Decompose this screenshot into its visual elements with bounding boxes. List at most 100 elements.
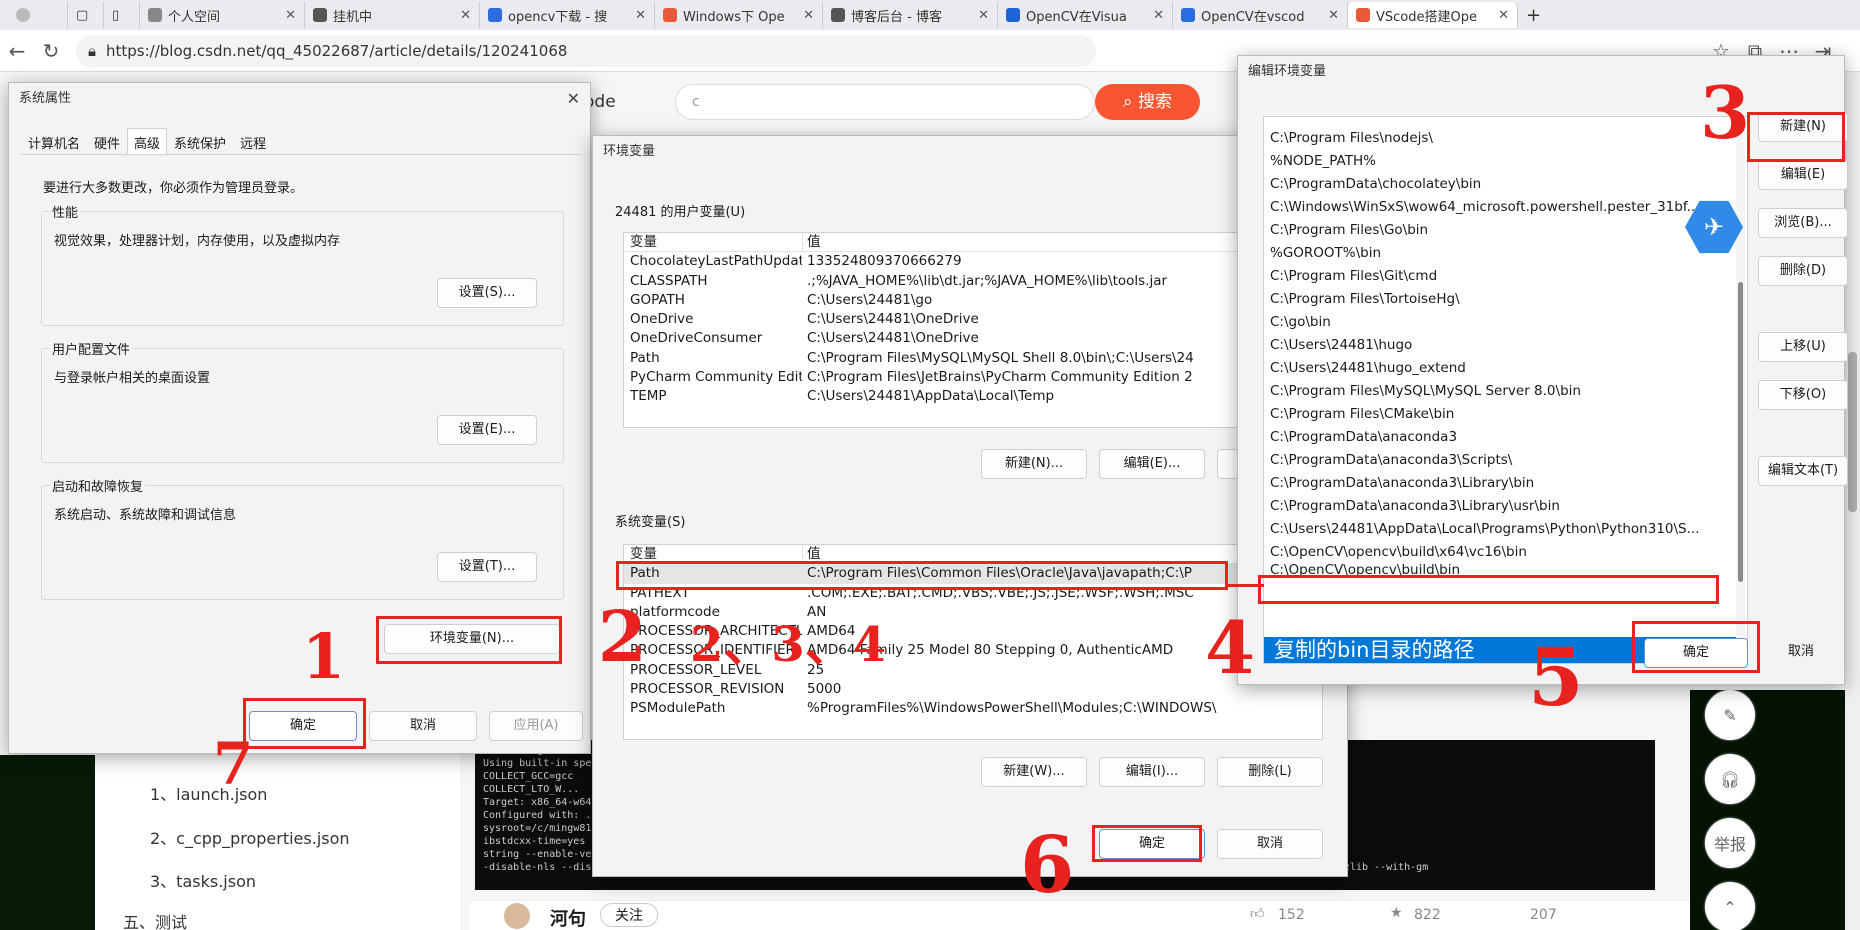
- list-item[interactable]: C:\ProgramData\anaconda3\Library\usr\bin: [1264, 495, 1747, 518]
- tab-2[interactable]: opencv下载 - 搜 ✕: [480, 2, 655, 28]
- tab-advanced[interactable]: 高级: [127, 128, 168, 157]
- table-row[interactable]: TEMP C:\Users\24481\AppData\Local\Temp: [624, 387, 1322, 406]
- edit-icon[interactable]: ✎: [1705, 690, 1755, 740]
- avatar[interactable]: [504, 903, 530, 929]
- column-header[interactable]: 变量: [624, 233, 802, 251]
- toc-item[interactable]: 2、c_cpp_properties.json: [150, 825, 350, 849]
- tab-close-icon[interactable]: ✕: [1492, 8, 1509, 23]
- list-item[interactable]: C:\Program Files\CMake\bin: [1264, 403, 1747, 426]
- list-item[interactable]: C:\ProgramData\anaconda3\Library\bin: [1264, 472, 1747, 495]
- tab-0[interactable]: 个人空间 ✕: [140, 2, 305, 28]
- close-icon[interactable]: ✕: [567, 89, 580, 108]
- list-item[interactable]: C:\OpenCV\opencv\build\x64\vc16\bin: [1264, 541, 1747, 564]
- scrollbar-thumb[interactable]: [1738, 282, 1743, 582]
- dialog-title: 编辑环境变量: [1248, 64, 1327, 79]
- tab-profile-icon[interactable]: [8, 2, 68, 28]
- cancel-button[interactable]: 取消: [1758, 638, 1844, 668]
- scrollbar-thumb[interactable]: [1848, 352, 1857, 512]
- table-row[interactable]: OneDriveConsumer C:\Users\24481\OneDrive: [624, 329, 1322, 348]
- tab-remote[interactable]: 远程: [233, 128, 273, 157]
- annotation-box-env-button: [376, 616, 562, 664]
- edit-button[interactable]: 编辑(E): [1758, 160, 1848, 190]
- delete-button[interactable]: 删除(D): [1758, 256, 1848, 286]
- back-to-top-icon[interactable]: ⌃: [1705, 882, 1755, 930]
- system-new-button[interactable]: 新建(W)...: [981, 757, 1087, 787]
- tab-hardware[interactable]: 硬件: [87, 128, 127, 157]
- list-item[interactable]: C:\ProgramData\anaconda3\Scripts\: [1264, 449, 1747, 472]
- performance-settings-button[interactable]: 设置(S)...: [437, 278, 537, 308]
- tab-6[interactable]: OpenCV在vscod ✕: [1173, 2, 1348, 28]
- list-item[interactable]: C:\Program Files\MySQL\MySQL Server 8.0\…: [1264, 380, 1747, 403]
- list-item[interactable]: C:\Program Files\TortoiseHg\: [1264, 288, 1747, 311]
- list-item[interactable]: %GOROOT%\bin: [1264, 242, 1747, 265]
- tab-5[interactable]: OpenCV在Visua ✕: [998, 2, 1173, 28]
- system-delete-button[interactable]: 删除(L): [1217, 757, 1323, 787]
- list-item[interactable]: C:\Program Files\Git\cmd: [1264, 265, 1747, 288]
- toc-section[interactable]: 五、测试: [123, 909, 187, 930]
- table-row[interactable]: Path C:\Program Files\MySQL\MySQL Shell 8…: [624, 349, 1322, 368]
- tab-close-icon[interactable]: ✕: [454, 8, 471, 23]
- table-row[interactable]: OneDrive C:\Users\24481\OneDrive: [624, 310, 1322, 329]
- annotation-number: 4: [1205, 605, 1256, 690]
- table-row[interactable]: PSModulePath %ProgramFiles%\WindowsPowerS…: [624, 699, 1322, 718]
- follow-button[interactable]: 关注: [600, 903, 658, 927]
- startup-recovery-settings-button[interactable]: 设置(T)...: [437, 552, 537, 582]
- user-edit-button[interactable]: 编辑(E)...: [1099, 449, 1205, 479]
- list-item[interactable]: C:\Users\24481\hugo_extend: [1264, 357, 1747, 380]
- list-scrollbar[interactable]: [1736, 117, 1745, 663]
- user-new-button[interactable]: 新建(N)...: [981, 449, 1087, 479]
- table-row[interactable]: CLASSPATH .;%JAVA_HOME%\lib\dt.jar;%JAVA_…: [624, 272, 1322, 291]
- tab-list-icon[interactable]: ▯: [104, 2, 140, 28]
- list-item[interactable]: C:\ProgramData\chocolatey\bin: [1264, 173, 1747, 196]
- tab-computer-name[interactable]: 计算机名: [21, 128, 87, 157]
- refresh-icon[interactable]: ↻: [34, 34, 68, 68]
- tab-close-icon[interactable]: ✕: [972, 8, 989, 23]
- site-search-input[interactable]: c: [675, 84, 1095, 120]
- cancel-button[interactable]: 取消: [1217, 829, 1323, 859]
- tab-close-icon[interactable]: ✕: [629, 8, 646, 23]
- tab-system-protection[interactable]: 系统保护: [167, 128, 233, 157]
- list-item[interactable]: C:\Users\24481\AppData\Local\Programs\Py…: [1264, 518, 1747, 541]
- list-item[interactable]: C:\ProgramData\anaconda3: [1264, 426, 1747, 449]
- tab-1[interactable]: 挂机中 ✕: [305, 2, 480, 28]
- system-edit-button[interactable]: 编辑(I)...: [1099, 757, 1205, 787]
- tab-favicon-icon: [663, 8, 677, 22]
- table-row[interactable]: ChocolateyLastPathUpdate 1335248093706662…: [624, 252, 1322, 271]
- headset-icon[interactable]: 🎧︎: [1705, 754, 1755, 804]
- like-icon[interactable]: 👍︎: [1250, 905, 1265, 922]
- tab-close-icon[interactable]: ✕: [279, 8, 296, 23]
- move-down-button[interactable]: 下移(O): [1758, 380, 1848, 410]
- move-up-button[interactable]: 上移(U): [1758, 332, 1848, 362]
- back-arrow-icon[interactable]: ←: [0, 34, 34, 68]
- browse-button[interactable]: 浏览(B)...: [1758, 208, 1848, 238]
- star-icon[interactable]: ★: [1390, 905, 1403, 921]
- table-row[interactable]: GOPATH C:\Users\24481\go: [624, 291, 1322, 310]
- cancel-button[interactable]: 取消: [369, 711, 477, 741]
- list-item[interactable]: C:\Program Files\nodejs\: [1264, 127, 1747, 150]
- apply-button[interactable]: 应用(A): [489, 711, 583, 741]
- tab-label: Windows下 Ope: [683, 9, 785, 25]
- tab-close-icon[interactable]: ✕: [1147, 8, 1164, 23]
- table-row[interactable]: PyCharm Community EditionC:\Program File…: [624, 368, 1322, 387]
- page-scrollbar[interactable]: [1845, 72, 1860, 930]
- tab-3[interactable]: Windows下 Ope ✕: [655, 2, 823, 28]
- tab-7-active[interactable]: VScode搭建Ope ✕: [1348, 2, 1518, 28]
- site-search-button[interactable]: ⌕ 搜索: [1095, 84, 1200, 120]
- url-field[interactable]: 🔒︎ https://blog.csdn.net/qq_45022687/arti…: [76, 34, 1096, 67]
- user-profiles-settings-button[interactable]: 设置(E)...: [437, 415, 537, 445]
- new-tab-plus-icon[interactable]: +: [1518, 2, 1558, 28]
- tab-close-icon[interactable]: ✕: [797, 8, 814, 23]
- list-item[interactable]: C:\go\bin: [1264, 311, 1747, 334]
- tab-4[interactable]: 博客后台 - 博客 ✕: [823, 2, 998, 28]
- tab-strip: ▢ ▯ 个人空间 ✕ 挂机中 ✕ opencv下载 - 搜 ✕ Windows下 Op…: [0, 0, 1860, 30]
- toc-item[interactable]: 3、tasks.json: [150, 868, 256, 892]
- list-item[interactable]: C:\Windows\WinSxS\wow64_microsoft.powers…: [1264, 196, 1747, 219]
- edit-text-button[interactable]: 编辑文本(T): [1758, 456, 1848, 486]
- tab-close-icon[interactable]: ✕: [1322, 8, 1339, 23]
- list-item[interactable]: C:\Users\24481\hugo: [1264, 334, 1747, 357]
- report-button[interactable]: 举报: [1705, 818, 1755, 868]
- list-item[interactable]: C:\Program Files\Go\bin: [1264, 219, 1747, 242]
- list-item[interactable]: %NODE_PATH%: [1264, 150, 1747, 173]
- tab-workspaces-icon[interactable]: ▢: [68, 2, 104, 28]
- author-name[interactable]: 河句: [550, 905, 586, 930]
